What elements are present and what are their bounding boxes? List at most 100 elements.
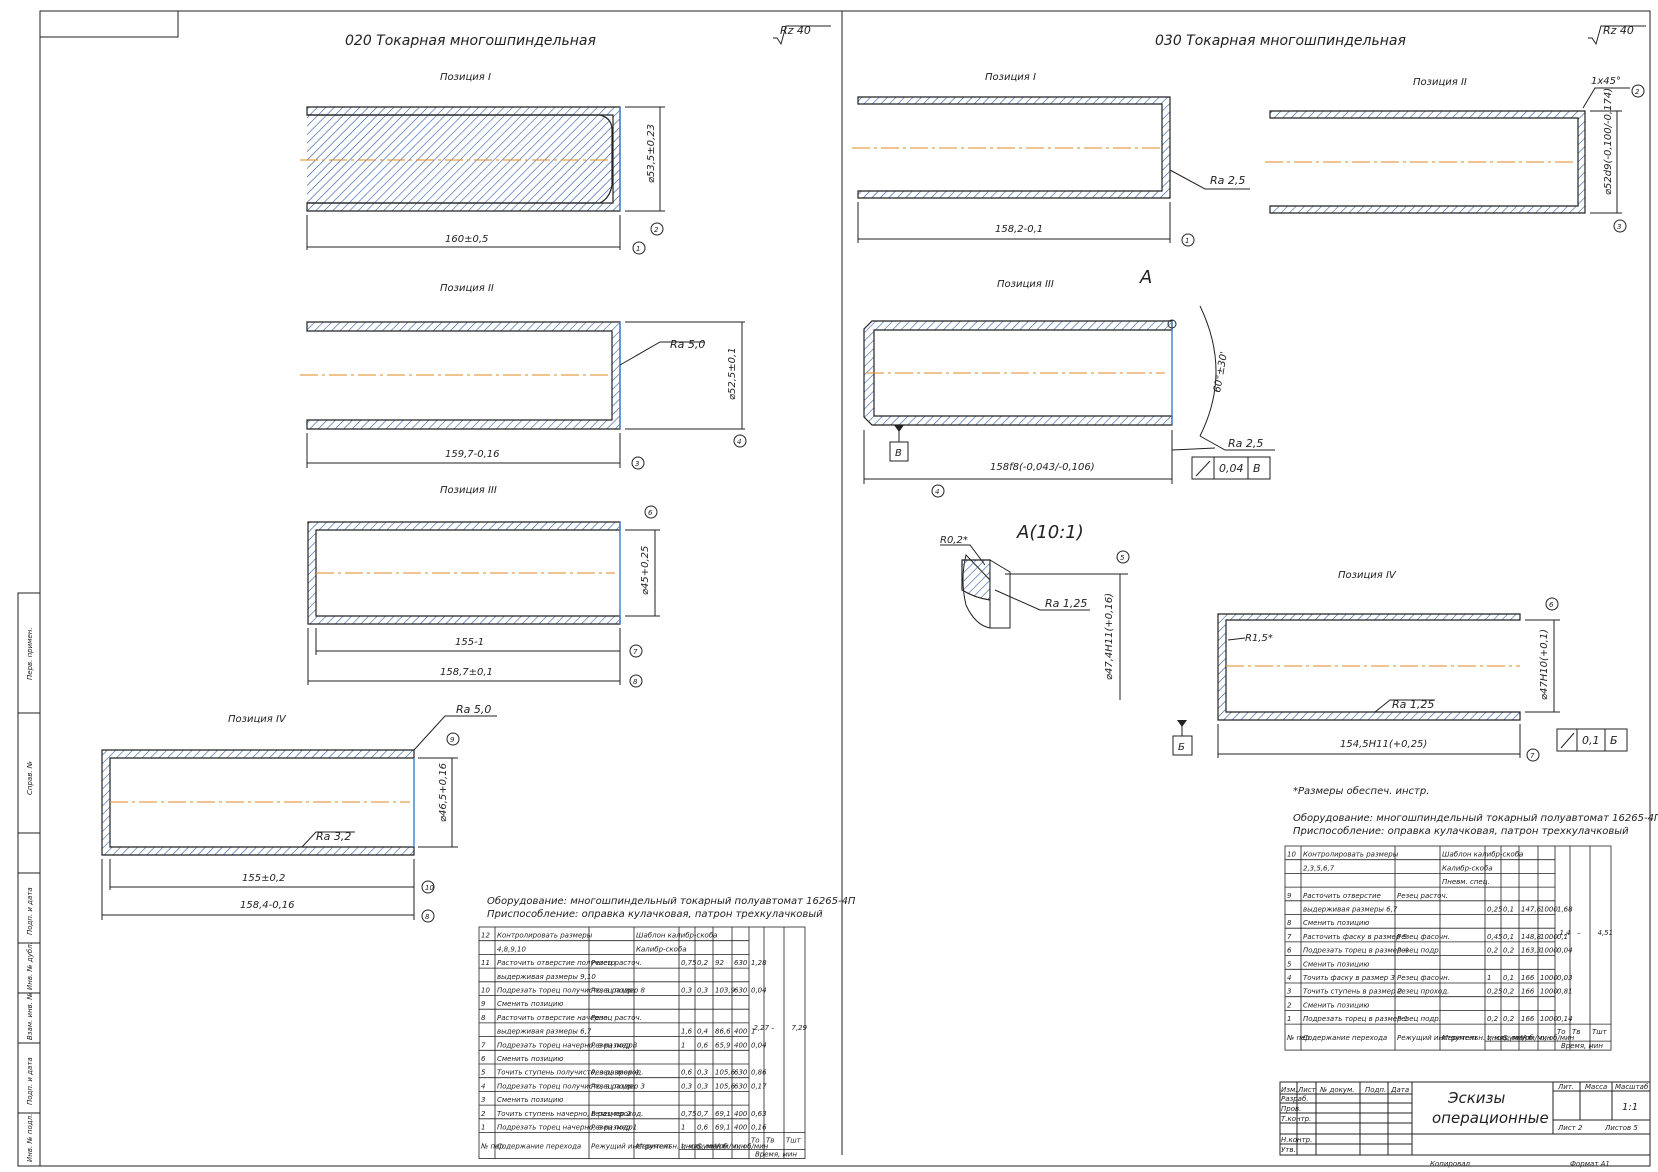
table-footer: Время, мин <box>755 1151 797 1159</box>
table-cell: 630 <box>734 987 748 995</box>
right-op-title: 030 Токарная многошпиндельная <box>1155 33 1406 49</box>
drawing-canvas: 020 Токарная многошпиндельная Rz 40 Пози… <box>17 10 1658 1168</box>
left-pos3-len1: 155-1 <box>455 637 484 648</box>
table-cell: 630 <box>734 1069 748 1077</box>
right-pos4-diam: ⌀47H10(+0,1) <box>1539 629 1550 700</box>
right-pos1-part <box>852 96 1171 199</box>
table-cell: 0,1 <box>1503 933 1514 941</box>
side-stamp: Справ. № <box>26 761 34 795</box>
table-cell: 0,3 <box>697 1069 708 1077</box>
table-cell: выдерживая размеры 6,7 <box>497 1028 592 1036</box>
table-cell: Резец проход. <box>591 1110 643 1118</box>
table-cell: Резец фасочн. <box>1397 933 1450 941</box>
table-header: Tо <box>751 1137 760 1145</box>
table-cell: 400 <box>734 1041 748 1049</box>
table-cell: Резец подр. <box>591 1124 635 1132</box>
right-equipment: Оборудование: многошпиндельный токарный … <box>1293 812 1658 824</box>
ref-marker: 1 <box>636 245 640 253</box>
ref-marker: 1 <box>1185 237 1189 245</box>
detail-title: А(10:1) <box>1016 522 1084 543</box>
drawing-sheet: { "roughness_general": "Rz 40", "left": … <box>0 0 1658 1172</box>
ref-marker: 5 <box>1120 554 1125 562</box>
table-cell: 0,2 <box>1487 1015 1499 1023</box>
tolerance-value: 0,04 <box>1219 462 1244 475</box>
table-cell: 9 <box>481 1000 486 1008</box>
table-cell: 0,04 <box>751 1041 767 1049</box>
table-cell: 0,63 <box>751 1110 767 1118</box>
table-cell: 0,3 <box>697 987 708 995</box>
table-cell: 166 <box>1521 1015 1535 1023</box>
left-pos3-part <box>307 521 621 625</box>
table-cell: 3 <box>481 1096 485 1104</box>
table-cell: 0,2 <box>1503 947 1515 955</box>
table-total: 2,27 <box>754 1024 770 1032</box>
title-sheets: Листов 5 <box>1604 1124 1638 1132</box>
title-sheet: Лист 2 <box>1557 1124 1583 1132</box>
ref-marker: 8 <box>633 678 638 686</box>
ref-marker: 4 <box>737 438 741 446</box>
right-pos2-part <box>1265 110 1586 214</box>
title-name-2: операционные <box>1432 1109 1549 1127</box>
tb-role: Утв. <box>1281 1146 1296 1154</box>
table-cell: Контролировать размеры <box>1303 851 1399 859</box>
table-cell: 7 <box>1287 933 1292 941</box>
table-cell: 400 <box>734 1124 748 1132</box>
tb-role: Разраб. <box>1281 1095 1309 1103</box>
table-cell: 105,6 <box>715 1082 736 1090</box>
table-cell: 0,2 <box>1487 947 1499 955</box>
table-cell: 1000 <box>1540 906 1558 914</box>
right-pos3-part <box>863 319 1177 426</box>
ref-marker: 7 <box>633 648 638 656</box>
ref-marker: 3 <box>1617 223 1621 231</box>
table-cell: 163,3 <box>1521 947 1541 955</box>
table-cell: Резец подр. <box>591 1041 635 1049</box>
table-cell: 166 <box>1521 974 1535 982</box>
table-cell: Сменить позицию <box>1303 960 1369 968</box>
left-pos4-ra2: Ra 3,2 <box>316 830 351 843</box>
datum-letter: Б <box>1178 742 1185 753</box>
title-name-1: Эскизы <box>1447 1089 1506 1107</box>
detail-radius: R0,2* <box>940 535 968 546</box>
table-cell: 630 <box>734 1082 748 1090</box>
left-pos3-diam: ⌀45+0,25 <box>640 546 651 595</box>
left-pos1-part <box>300 106 621 212</box>
table-cell: Резец фасочн. <box>1397 974 1450 982</box>
left-op-title: 020 Токарная многошпиндельная <box>345 33 596 49</box>
tb-col: Подп. <box>1365 1086 1386 1094</box>
table-header: Tв <box>766 1137 774 1145</box>
table-cell: 7 <box>481 1041 486 1049</box>
tolerance-value: 0,1 <box>1582 734 1600 747</box>
table-cell: Резец подр. <box>1397 1015 1441 1023</box>
table-cell: 3 <box>1287 988 1291 996</box>
right-fixture: Приспособление: оправка кулачковая, патр… <box>1293 825 1629 837</box>
table-cell: 86,6 <box>715 1028 731 1036</box>
table-cell: 0,86 <box>751 1069 767 1077</box>
table-cell: 10 <box>1287 851 1296 859</box>
table-header: Содержание перехода <box>1303 1034 1387 1042</box>
left-pos3-len2: 158,7±0,1 <box>440 667 493 678</box>
table-cell: 0,81 <box>1557 988 1573 996</box>
table-cell: 148,8 <box>1521 933 1542 941</box>
right-pos4-datum: Б <box>1172 720 1193 756</box>
table-cell: Расточить фаску в размер 5 <box>1303 933 1408 941</box>
table-cell: 0,14 <box>1557 1015 1573 1023</box>
table-cell: 0,3 <box>697 1082 708 1090</box>
table-header: Содержание перехода <box>497 1143 581 1151</box>
left-pos2-ra: Ra 5,0 <box>670 338 705 351</box>
table-cell: 69,1 <box>715 1110 731 1118</box>
table-cell: 147,6 <box>1521 906 1542 914</box>
detail-diam: ⌀47,4H11(+0,16) <box>1104 593 1115 680</box>
table-cell: Точить фаску в размер 3 <box>1303 974 1395 982</box>
table-cell: выдерживая размеры 9,10 <box>497 973 596 981</box>
right-pos3-angle-arc <box>1199 305 1217 437</box>
ref-marker: 8 <box>425 913 430 921</box>
table-cell: Калибр-скоба <box>1442 864 1493 872</box>
table-cell: 6 <box>1287 947 1292 955</box>
left-pos2-label: Позиция II <box>440 283 494 294</box>
table-cell: Резец подр. <box>1397 947 1441 955</box>
table-cell: 0,1 <box>1503 974 1514 982</box>
table-cell: 0,16 <box>751 1124 767 1132</box>
right-pos4-part <box>1217 613 1521 721</box>
left-pos2-length: 159,7-0,16 <box>445 449 500 460</box>
table-cell: Сменить позицию <box>1303 1001 1369 1009</box>
